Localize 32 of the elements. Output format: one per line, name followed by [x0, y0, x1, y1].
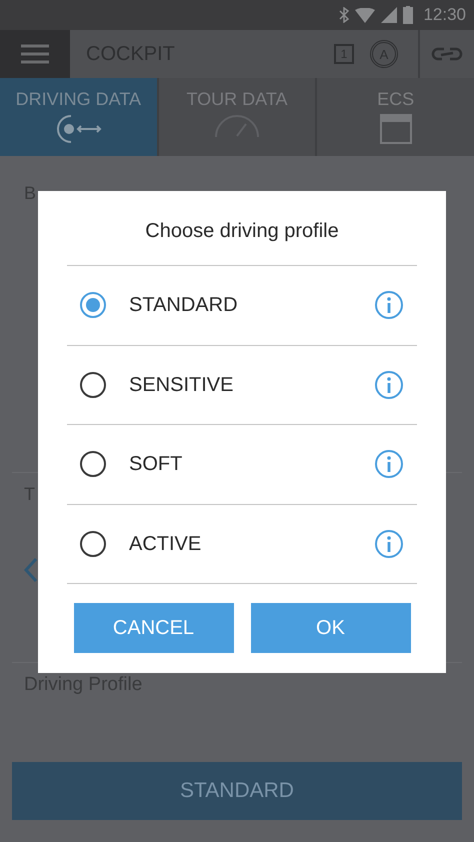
info-button[interactable] — [375, 291, 403, 320]
radio-button[interactable] — [80, 530, 106, 557]
info-button[interactable] — [375, 450, 403, 478]
option-label[interactable]: SENSITIVE — [129, 370, 375, 400]
tab[interactable]: DRIVING DATA — [0, 78, 157, 156]
radio-button[interactable] — [80, 372, 106, 398]
menu-button[interactable] — [0, 30, 70, 78]
target-arrow-icon — [54, 114, 102, 144]
signal-icon — [381, 7, 398, 23]
radio-button[interactable] — [80, 451, 106, 478]
status-time: 12:30 — [423, 4, 466, 26]
info-button[interactable] — [375, 530, 403, 558]
chevron-left-icon — [24, 557, 38, 583]
info-icon — [387, 536, 391, 552]
info-button[interactable] — [375, 370, 403, 399]
info-icon — [387, 297, 391, 314]
radio-button[interactable] — [80, 292, 106, 318]
menu-icon — [21, 44, 49, 64]
option-label[interactable]: STANDARD — [129, 290, 375, 320]
dialog-title: Choose driving profile — [145, 221, 339, 243]
link-icon — [430, 47, 464, 61]
window-icon — [380, 114, 412, 144]
profile-button[interactable]: STANDARD — [12, 762, 462, 820]
option-label[interactable]: ACTIVE — [129, 528, 375, 559]
info-icon — [387, 456, 391, 472]
bluetooth-icon — [339, 7, 350, 23]
battery-icon — [403, 6, 414, 24]
option-label[interactable]: SOFT — [129, 449, 375, 480]
info-icon — [387, 376, 391, 393]
wifi-icon — [355, 8, 376, 22]
ok-button[interactable]: OK — [250, 603, 410, 653]
cancel-button[interactable]: CANCEL — [74, 603, 234, 653]
